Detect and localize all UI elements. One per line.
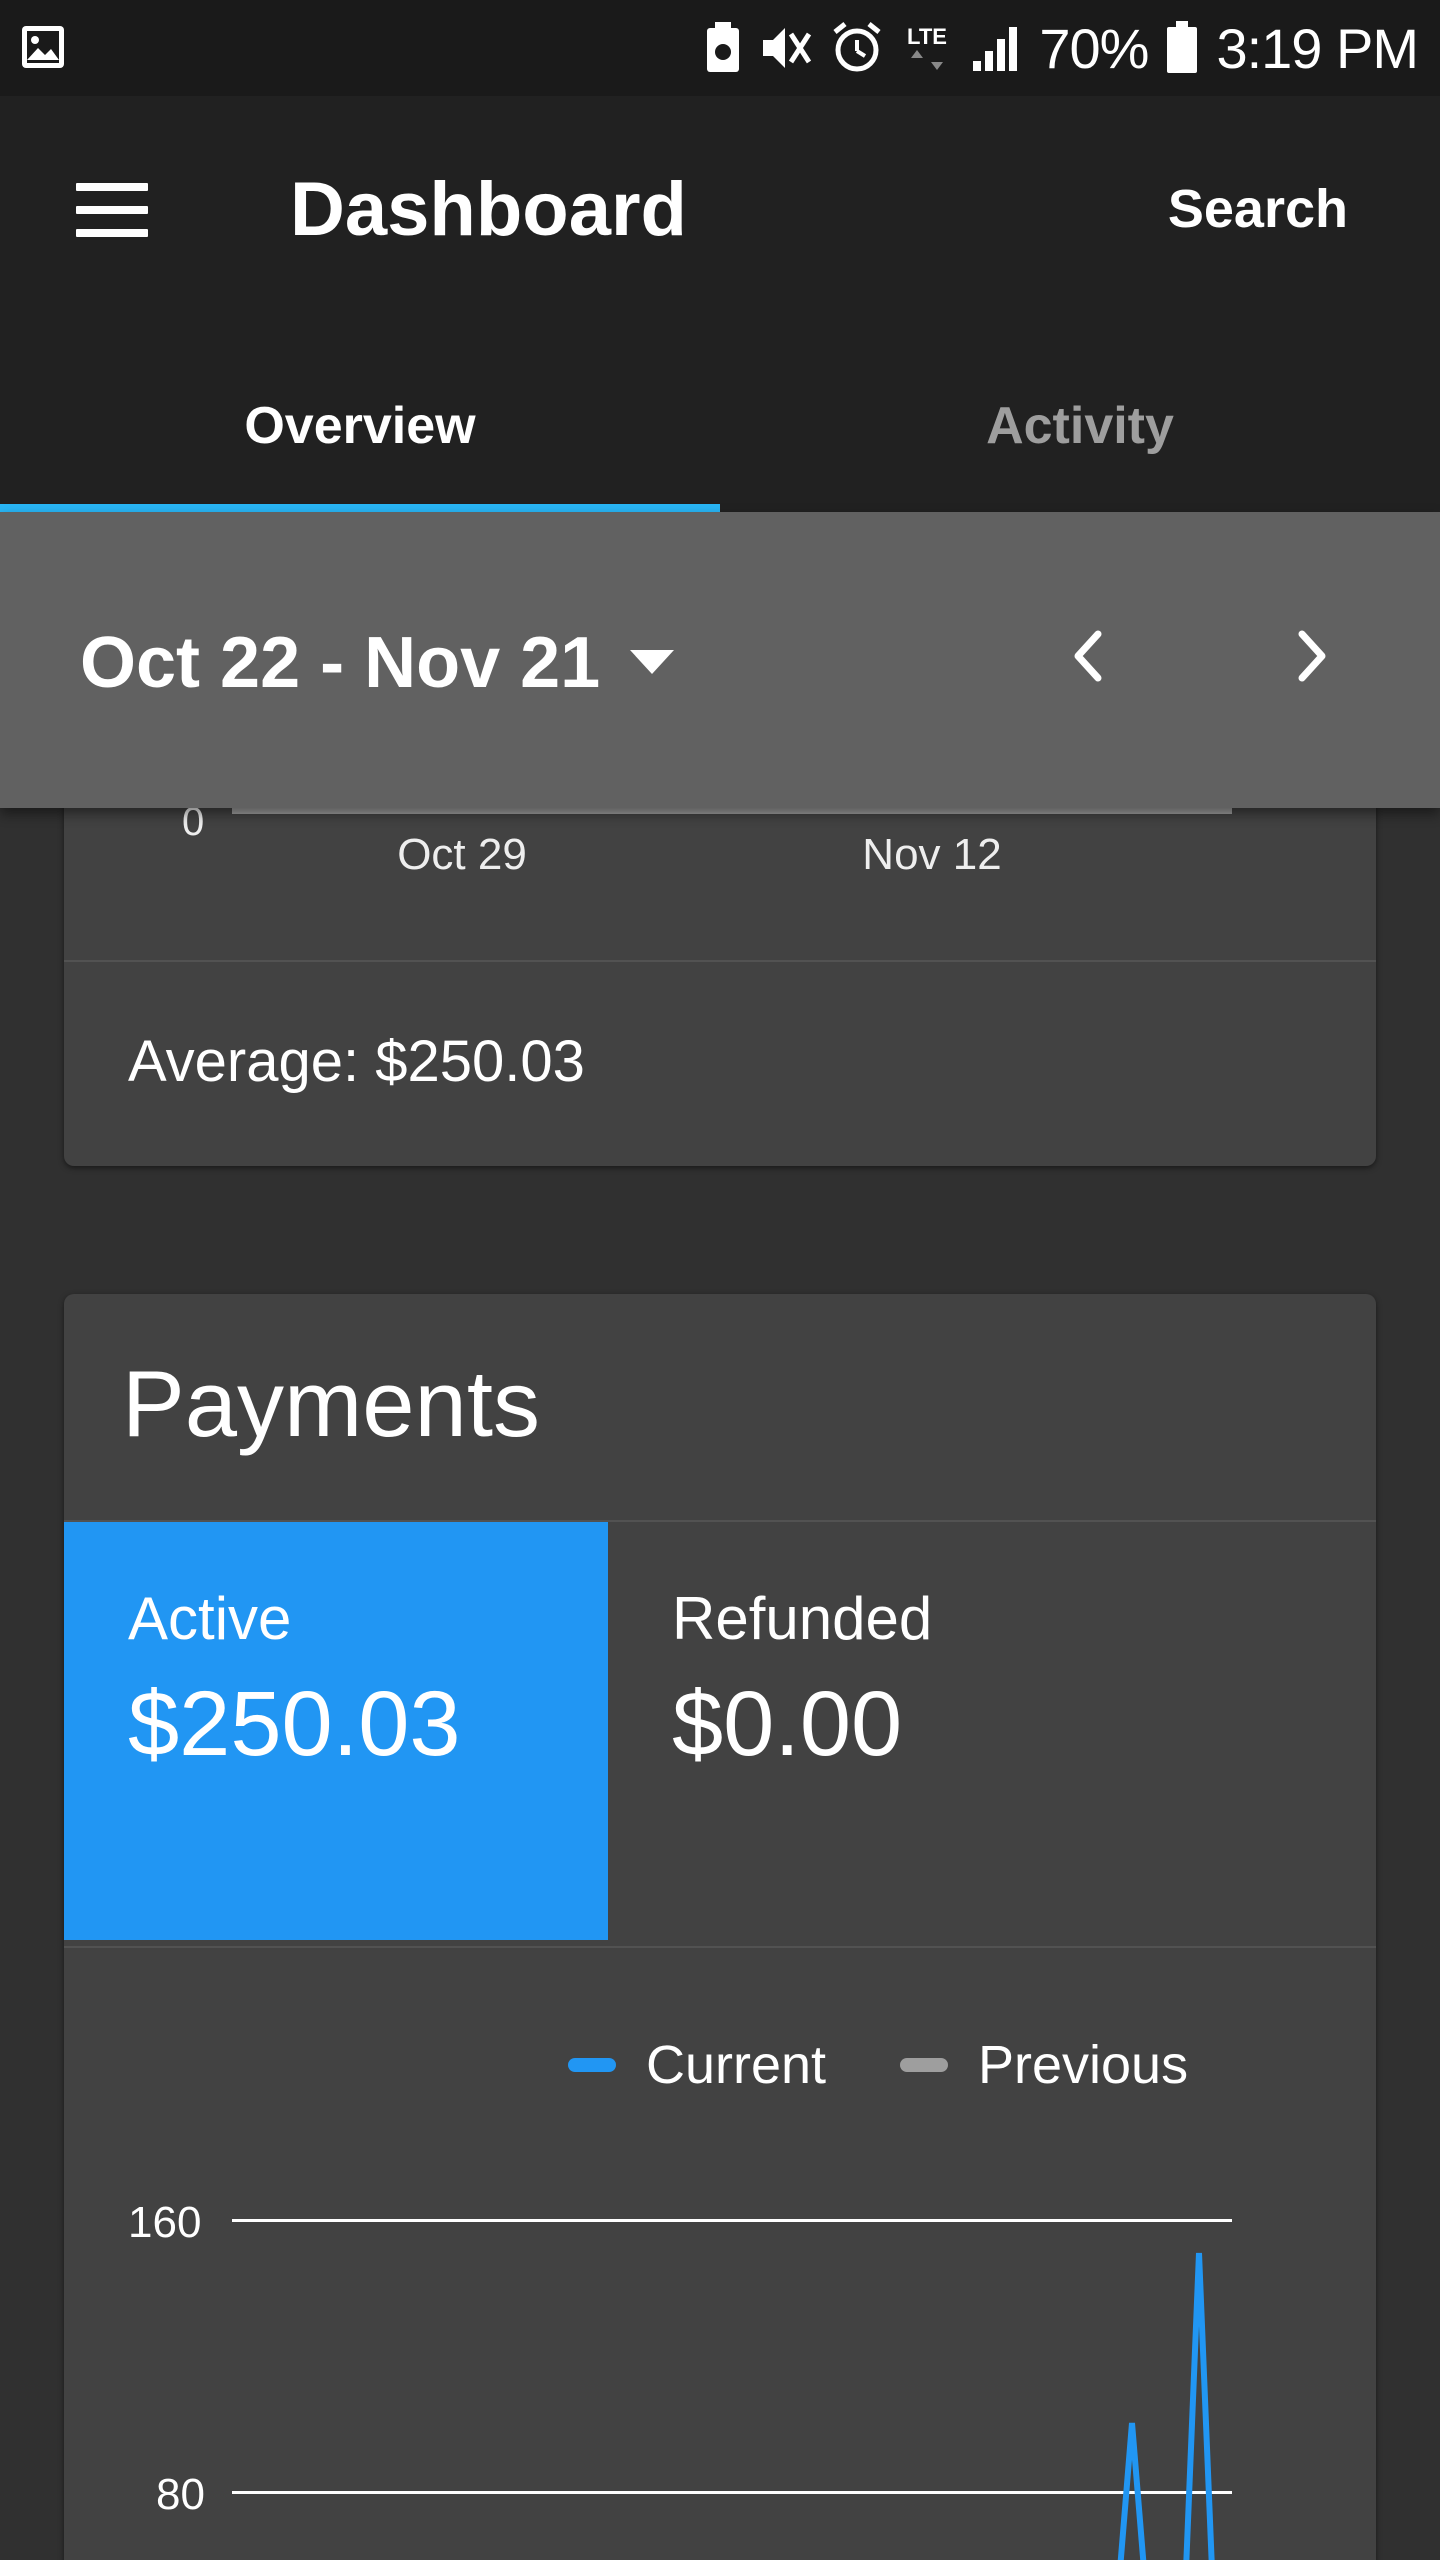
signal-icon xyxy=(971,23,1021,73)
chevron-left-icon[interactable] xyxy=(1040,608,1136,704)
payments-title: Payments xyxy=(122,1351,540,1456)
app-bar: Dashboard Search Overview Activity xyxy=(0,96,1440,514)
battery-percent: 70% xyxy=(1039,16,1149,80)
active-label: Active xyxy=(128,1585,292,1652)
active-value: $250.03 xyxy=(128,1673,461,1775)
refunded-label: Refunded xyxy=(672,1585,933,1652)
x-axis-line xyxy=(232,808,1232,814)
legend-label-current: Current xyxy=(646,2035,827,2095)
legend-item-previous[interactable]: Previous xyxy=(900,2034,1188,2096)
grid-line xyxy=(232,2491,1232,2494)
payments-card: Payments Active $250.03 Refunded $0.00 C… xyxy=(64,1294,1376,2560)
divider xyxy=(64,1946,1376,1948)
status-bar: LTE 70% 3:19 PM xyxy=(0,0,1440,96)
battery-saver-icon xyxy=(705,22,741,74)
divider xyxy=(64,960,1376,962)
menu-icon[interactable] xyxy=(56,160,166,260)
clock: 3:19 PM xyxy=(1216,16,1419,80)
refunded-stat-tile[interactable]: Refunded $0.00 xyxy=(608,1522,1376,1940)
lte-icon: LTE xyxy=(901,22,953,74)
search-button[interactable]: Search xyxy=(1168,178,1348,240)
legend-label-previous: Previous xyxy=(978,2035,1189,2095)
chevron-right-icon[interactable] xyxy=(1264,608,1360,704)
legend-item-current[interactable]: Current xyxy=(568,2034,826,2096)
alarm-icon xyxy=(831,22,883,74)
svg-text:LTE: LTE xyxy=(907,24,947,49)
legend-swatch-current xyxy=(568,2058,616,2072)
chart-legend: Current Previous xyxy=(64,2034,1376,2104)
mute-vibrate-icon xyxy=(759,22,813,74)
x-tick-label: Oct 29 xyxy=(397,830,527,879)
tab-indicator xyxy=(0,504,720,512)
battery-icon xyxy=(1166,21,1198,75)
caret-down-icon[interactable] xyxy=(630,650,674,674)
series-line-current xyxy=(1117,2252,1215,2560)
page-title: Dashboard xyxy=(290,167,687,252)
x-tick-label: Nov 12 xyxy=(862,830,1002,879)
date-range-bar: Oct 22 - Nov 21 xyxy=(0,512,1440,808)
tab-overview[interactable]: Overview xyxy=(0,350,720,502)
tab-bar: Overview Activity xyxy=(0,338,1440,514)
grid-line xyxy=(232,2219,1232,2222)
tab-activity[interactable]: Activity xyxy=(720,350,1440,502)
gallery-icon xyxy=(20,24,66,70)
average-value: Average: $250.03 xyxy=(128,1029,585,1094)
y-tick-label: 80 xyxy=(156,2470,205,2519)
date-range-selector[interactable]: Oct 22 - Nov 21 xyxy=(80,622,600,704)
y-tick-label: 160 xyxy=(128,2198,202,2247)
refunded-value: $0.00 xyxy=(672,1673,903,1775)
active-stat-tile[interactable]: Active $250.03 xyxy=(64,1522,608,1940)
legend-swatch-previous xyxy=(900,2058,948,2072)
